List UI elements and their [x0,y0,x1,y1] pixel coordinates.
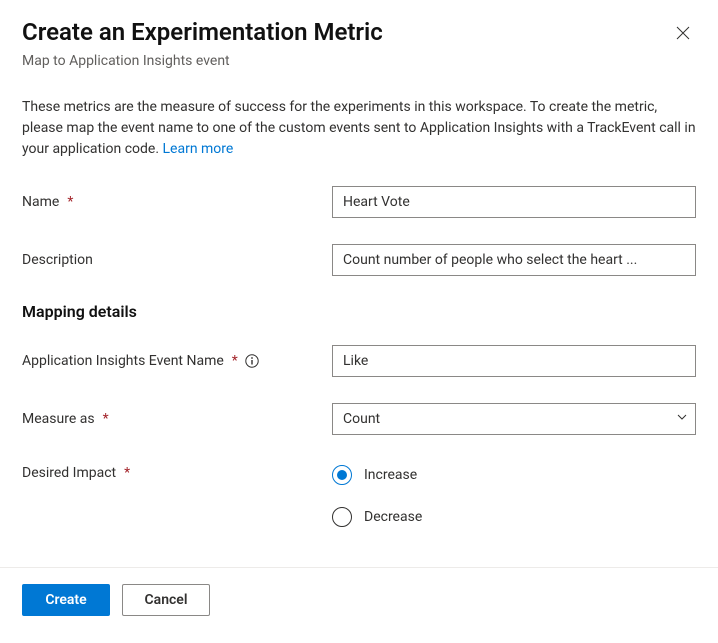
cancel-button[interactable]: Cancel [122,584,210,616]
create-button[interactable]: Create [22,584,110,616]
radio-decrease[interactable]: Decrease [332,507,696,527]
panel-title: Create an Experimentation Metric [22,18,383,47]
label-name-text: Name [22,194,59,210]
measure-as-select[interactable] [332,403,696,435]
row-desired-impact: Desired Impact * Increase Decrease [22,461,696,527]
name-input[interactable] [332,186,696,218]
description-input[interactable] [332,244,696,276]
intro-body: These metrics are the measure of success… [22,99,696,157]
close-icon [676,28,690,43]
mapping-details-heading: Mapping details [22,302,696,321]
metric-form: Name * Description Mapping details Applic… [22,186,696,527]
required-marker: * [232,353,238,369]
required-marker: * [67,194,73,210]
event-name-input[interactable] [332,345,696,377]
label-desired-impact: Desired Impact * [22,461,332,481]
label-description: Description [22,252,332,268]
label-measure-as-text: Measure as [22,411,95,427]
learn-more-link[interactable]: Learn more [163,141,234,157]
row-measure-as: Measure as * [22,403,696,435]
measure-as-value[interactable] [332,403,696,435]
radio-indicator [332,465,352,485]
label-measure-as: Measure as * [22,411,332,427]
create-metric-panel: Create an Experimentation Metric Map to … [0,0,718,527]
row-event-name: Application Insights Event Name * [22,345,696,377]
header-text-block: Create an Experimentation Metric Map to … [22,18,383,69]
panel-header: Create an Experimentation Metric Map to … [22,18,696,69]
desired-impact-radio-group: Increase Decrease [332,461,696,527]
label-event-name-text: Application Insights Event Name [22,353,224,369]
required-marker: * [103,411,109,427]
row-name: Name * [22,186,696,218]
radio-indicator [332,507,352,527]
label-desired-impact-text: Desired Impact [22,465,116,481]
panel-subtitle: Map to Application Insights event [22,53,383,69]
label-name: Name * [22,194,332,210]
label-event-name: Application Insights Event Name * [22,353,332,369]
radio-increase[interactable]: Increase [332,465,696,485]
label-description-text: Description [22,252,93,268]
intro-text: These metrics are the measure of success… [22,97,696,160]
info-icon[interactable] [244,353,260,369]
row-description: Description [22,244,696,276]
radio-increase-label: Increase [364,467,417,483]
radio-decrease-label: Decrease [364,509,422,525]
close-button[interactable] [670,20,696,46]
required-marker: * [124,465,130,481]
panel-footer: Create Cancel [0,568,718,636]
